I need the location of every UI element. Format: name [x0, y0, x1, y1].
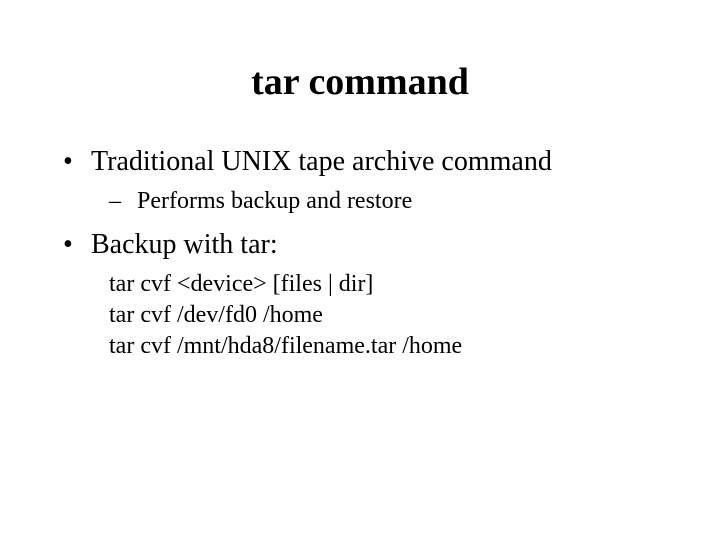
bullet-item: • Traditional UNIX tape archive command [63, 146, 665, 178]
code-line: tar cvf <device> [files | dir] [109, 271, 665, 298]
bullet-text: Traditional UNIX tape archive command [91, 146, 552, 178]
bullet-text: Backup with tar: [91, 229, 278, 261]
sub-bullet-item: – Performs backup and restore [109, 188, 665, 215]
bullet-item: • Backup with tar: [63, 229, 665, 261]
slide-title: tar command [55, 60, 665, 104]
code-line: tar cvf /dev/fd0 /home [109, 302, 665, 329]
code-line: tar cvf /mnt/hda8/filename.tar /home [109, 333, 665, 360]
dash-icon: – [109, 188, 137, 215]
sub-bullet-text: Performs backup and restore [137, 188, 412, 215]
bullet-icon: • [63, 229, 91, 261]
bullet-icon: • [63, 146, 91, 178]
